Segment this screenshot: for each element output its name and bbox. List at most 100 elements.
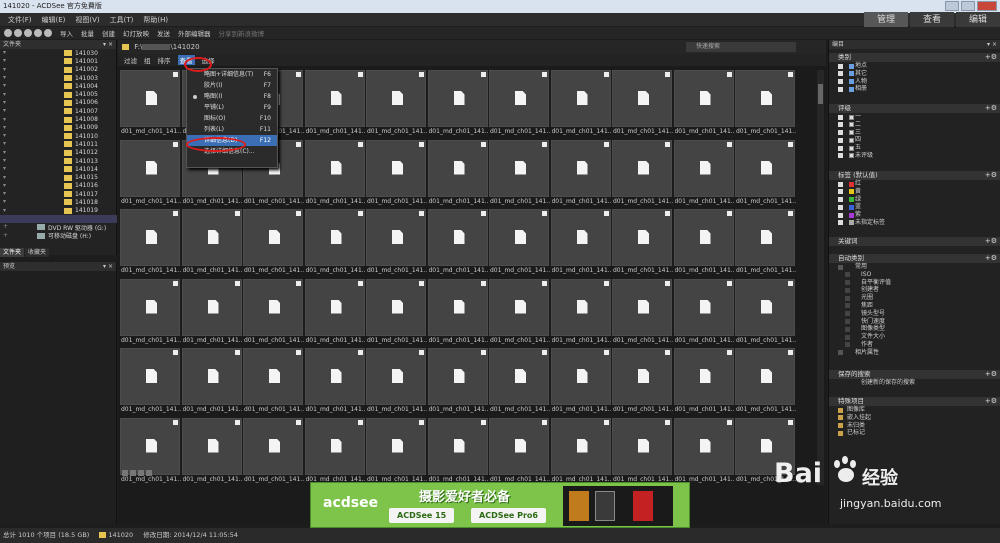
toolbar-send[interactable]: 发送 — [157, 28, 170, 38]
checkbox[interactable] — [845, 303, 850, 309]
filter-menu[interactable]: 过滤 — [124, 55, 137, 65]
thumbnail-item[interactable]: d01_md_ch01_141... — [489, 278, 550, 347]
gear-icon[interactable]: +⚙ — [985, 53, 997, 62]
thumbnail-item[interactable]: d01_md_ch01_141... — [181, 278, 243, 347]
thumbnail-item[interactable]: d01_md_ch01_141... — [489, 348, 550, 416]
thumbnail-image[interactable] — [120, 70, 180, 127]
menu-file[interactable]: 文件(F) — [8, 15, 32, 25]
thumbnail-image[interactable] — [366, 139, 426, 197]
checkbox[interactable] — [838, 189, 843, 195]
thumbnail-item[interactable]: d01_md_ch01_141... — [735, 348, 796, 416]
checkbox[interactable] — [838, 212, 843, 218]
select-checkbox[interactable] — [357, 72, 363, 77]
thumbnail-item[interactable]: d01_md_ch01_141... — [427, 139, 489, 208]
thumbnail-item[interactable]: d01_md_ch01_141... — [243, 278, 304, 347]
thumbnail-item[interactable]: d01_md_ch01_141... — [366, 209, 427, 277]
section-header[interactable]: 自动类别 +⚙ — [829, 254, 1000, 263]
checkbox[interactable] — [845, 311, 850, 317]
thumbnail-item[interactable]: d01_md_ch01_141... — [181, 209, 243, 277]
auto-group[interactable]: 常用 — [829, 263, 1000, 271]
expand-icon[interactable]: + — [3, 232, 9, 239]
view-menu-item[interactable]: 图标(O) F10 — [187, 113, 277, 124]
checkbox[interactable] — [845, 326, 850, 332]
folder-item[interactable]: ▾ 141006 — [0, 99, 117, 107]
catalog-item[interactable]: 作者 — [829, 341, 1000, 349]
section-header[interactable]: 类别 +⚙ — [829, 53, 1000, 62]
select-checkbox[interactable] — [173, 419, 178, 425]
select-checkbox[interactable] — [542, 211, 547, 216]
minimize-button[interactable] — [945, 1, 959, 11]
toolbar-batch[interactable]: 批量 — [81, 28, 94, 38]
select-checkbox[interactable] — [542, 72, 547, 77]
select-checkbox[interactable] — [234, 211, 240, 216]
select-checkbox[interactable] — [665, 211, 670, 216]
folder-item[interactable]: ▾ 141001 — [0, 57, 117, 65]
thumbnail-image[interactable] — [673, 70, 734, 127]
thumbnail-item[interactable]: d01_md_ch01_141... — [243, 417, 304, 486]
select-checkbox[interactable] — [296, 280, 301, 286]
select-checkbox[interactable] — [480, 350, 486, 355]
select-checkbox[interactable] — [480, 280, 486, 286]
section-header[interactable]: 关键词 +⚙ — [829, 237, 1000, 246]
checkbox[interactable] — [838, 197, 843, 203]
thumbnail-image[interactable] — [304, 70, 365, 127]
gear-icon[interactable]: +⚙ — [985, 171, 997, 180]
thumbnail-image[interactable] — [366, 70, 426, 127]
section-header[interactable]: 特殊项目 +⚙ — [829, 397, 1000, 406]
catalog-item[interactable]: 光圈 — [829, 294, 1000, 302]
folder-item[interactable]: ▾ 141015 — [0, 173, 117, 181]
view-menu-item[interactable]: 列表(L) F11 — [187, 124, 277, 135]
thumbnail-image[interactable] — [304, 209, 365, 266]
catalog-item[interactable]: 图像类型 — [829, 325, 1000, 333]
thumbnail-image[interactable] — [612, 278, 672, 336]
gear-icon[interactable]: +⚙ — [985, 397, 997, 406]
select-checkbox[interactable] — [419, 72, 424, 77]
thumbnail-item[interactable]: d01_md_ch01_141... — [304, 417, 366, 486]
select-checkbox[interactable] — [173, 72, 178, 77]
catalog-item[interactable]: 镜头型号 — [829, 310, 1000, 318]
thumbnail-item[interactable]: d01_md_ch01_141... — [366, 139, 427, 208]
close-button[interactable] — [977, 1, 997, 11]
thumbnail-image[interactable] — [550, 139, 611, 197]
select-checkbox[interactable] — [603, 72, 609, 77]
checkbox[interactable] — [838, 204, 843, 210]
select-checkbox[interactable] — [419, 350, 424, 355]
select-checkbox[interactable] — [788, 211, 793, 216]
select-checkbox[interactable] — [788, 280, 793, 286]
select-checkbox[interactable] — [788, 350, 793, 355]
folder-item[interactable]: ▾ 141002 — [0, 66, 117, 74]
expand-icon[interactable] — [838, 264, 843, 270]
tab-favorites[interactable]: 收藏夹 — [25, 248, 50, 257]
thumbnail-item[interactable]: d01_md_ch01_141... — [120, 70, 181, 138]
select-checkbox[interactable] — [173, 280, 178, 286]
thumbnail-item[interactable]: d01_md_ch01_141... — [489, 139, 550, 208]
select-checkbox[interactable] — [296, 72, 301, 77]
thumbnail-image[interactable] — [550, 348, 611, 405]
select-checkbox[interactable] — [296, 211, 301, 216]
folder-item[interactable]: ▾ 141013 — [0, 157, 117, 165]
group-menu[interactable]: 组 — [144, 55, 151, 65]
select-checkbox[interactable] — [788, 419, 793, 425]
thumbnail-image[interactable] — [427, 209, 488, 266]
select-checkbox[interactable] — [665, 72, 670, 77]
thumbnail-image[interactable] — [304, 417, 365, 475]
thumbnail-item[interactable]: d01_md_ch01_141... — [304, 70, 366, 138]
drive-item[interactable]: + 可移动磁盘 (H:) — [0, 232, 117, 240]
catalog-item[interactable]: 三 — [829, 129, 1000, 137]
thumbnail-image[interactable] — [366, 348, 426, 405]
list-icon[interactable] — [138, 470, 144, 476]
grid-icon[interactable] — [130, 470, 136, 476]
select-checkbox[interactable] — [665, 280, 670, 286]
checkbox[interactable] — [838, 181, 843, 187]
section-header[interactable]: 评级 +⚙ — [829, 104, 1000, 113]
toolbar-create[interactable]: 创建 — [102, 28, 115, 38]
thumbnail-item[interactable]: d01_md_ch01_141... — [550, 278, 612, 347]
thumbnail-item[interactable]: d01_md_ch01_141... — [304, 278, 366, 347]
select-checkbox[interactable] — [173, 141, 178, 147]
expand-icon[interactable]: + — [3, 224, 9, 230]
folder-item[interactable]: ▾ 141016 — [0, 182, 117, 190]
thumbnail-image[interactable] — [304, 278, 365, 336]
folder-item[interactable]: ▾ 141007 — [0, 107, 117, 115]
mode-view[interactable]: 查看 — [910, 12, 954, 28]
thumbnail-item[interactable]: d01_md_ch01_141... — [735, 209, 796, 277]
